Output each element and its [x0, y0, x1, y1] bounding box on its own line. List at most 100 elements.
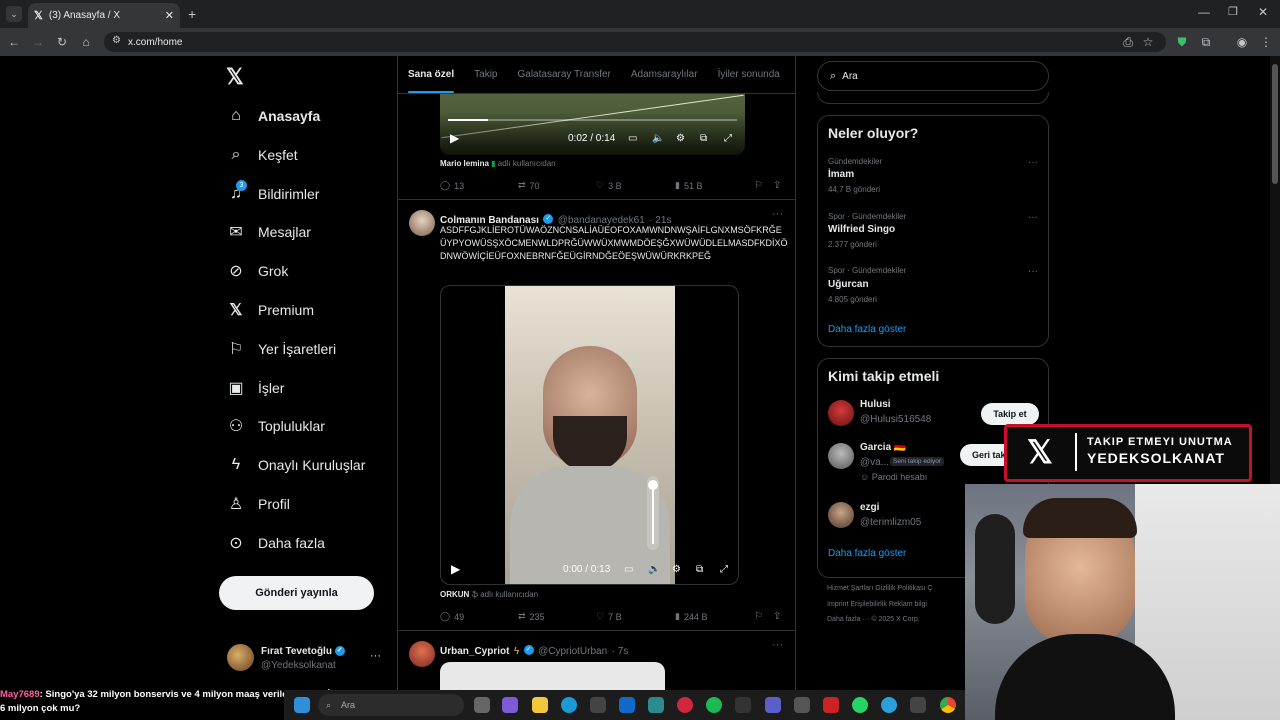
tab-for-you[interactable]: Sana özel	[398, 56, 464, 93]
trend-name[interactable]: Uğurcan	[828, 279, 869, 290]
post2-views-button[interactable]: ▮ 244 B	[675, 611, 707, 622]
extension-shield-icon[interactable]: ⛊	[1174, 34, 1190, 50]
play-icon[interactable]: ▶	[451, 562, 460, 576]
pip-icon[interactable]: ⧉	[696, 564, 703, 575]
suggestion-avatar[interactable]	[828, 443, 854, 469]
windows-start-icon[interactable]	[294, 697, 310, 713]
volume-slider-thumb[interactable]	[648, 480, 658, 490]
store-icon[interactable]	[590, 697, 606, 713]
nav-jobs[interactable]: ▣ İşler	[226, 374, 284, 402]
post1-reply-button[interactable]: ◯ 13	[440, 180, 464, 191]
outlook-icon[interactable]	[619, 697, 635, 713]
follow-button[interactable]: Takip et	[981, 403, 1039, 425]
forward-icon[interactable]: →	[30, 34, 46, 50]
x-logo-icon[interactable]: 𝕏	[226, 64, 244, 90]
spotify-icon[interactable]	[706, 697, 722, 713]
post3-time[interactable]: · 7s	[612, 646, 629, 657]
post1-share-icon[interactable]: ⇪	[773, 180, 781, 191]
minimize-button[interactable]: —	[1198, 5, 1210, 19]
trend-name[interactable]: Wilfried Singo	[828, 224, 895, 235]
reload-icon[interactable]: ↻	[54, 34, 70, 50]
post1-bookmark-icon[interactable]: ⚐	[754, 180, 763, 191]
post3-author-handle[interactable]: @CypriotUrban	[538, 646, 607, 657]
fullscreen-icon[interactable]: ⤢	[724, 133, 732, 144]
suggestion-avatar[interactable]	[828, 400, 854, 426]
post3-avatar[interactable]	[409, 641, 435, 667]
tab-galatasaray-transfer[interactable]: Galatasaray Transfer	[508, 56, 621, 93]
nav-home[interactable]: ⌂ Anasayfa	[226, 102, 320, 130]
install-app-icon[interactable]: ⎙	[1120, 34, 1136, 50]
back-icon[interactable]: ←	[6, 34, 22, 50]
trends-show-more-link[interactable]: Daha fazla göster	[828, 324, 906, 335]
nav-communities[interactable]: ⚇ Topluluklar	[226, 412, 325, 440]
scrollbar-thumb[interactable]	[1272, 64, 1278, 184]
window-close-button[interactable]: ✕	[1258, 5, 1268, 19]
browser-tab[interactable]: 𝕏 (3) Anasayfa / X ✕	[28, 3, 180, 28]
trend-more-icon[interactable]: ···	[1028, 266, 1038, 277]
who-show-more-link[interactable]: Daha fazla göster	[828, 548, 906, 559]
nav-verified-orgs[interactable]: ϟ Onaylı Kuruluşlar	[226, 451, 366, 479]
post1-video[interactable]: ▶ 0:02 / 0:14 ▭ 🔈 ⚙ ⧉ ⤢	[440, 94, 745, 155]
maximize-button[interactable]: ❐	[1228, 5, 1238, 18]
captions-icon[interactable]: ▭	[624, 564, 633, 575]
play-icon[interactable]: ▶	[450, 131, 459, 145]
tab-adamsaraylilar[interactable]: Adamsaraylılar	[621, 56, 708, 93]
video-progress-track[interactable]	[448, 119, 737, 121]
post2-share-icon[interactable]: ⇪	[773, 611, 781, 622]
settings-icon[interactable]: ⚙	[672, 564, 681, 575]
extensions-icon[interactable]: ⧉	[1198, 34, 1214, 50]
post1-views-button[interactable]: ▮ 51 B	[675, 180, 702, 191]
tab-list-button[interactable]: ⌄	[6, 6, 22, 22]
app-icon[interactable]	[823, 697, 839, 713]
footer-links-3[interactable]: Daha fazla ··· © 2025 X Corp.	[827, 616, 920, 623]
app-icon[interactable]	[735, 697, 751, 713]
site-info-icon[interactable]: ⚙	[112, 35, 121, 46]
search-input[interactable]: ⌕ Ara	[817, 61, 1049, 91]
volume-icon[interactable]: 🔈	[652, 133, 664, 144]
telegram-icon[interactable]	[881, 697, 897, 713]
settings-icon[interactable]: ⚙	[676, 133, 685, 144]
app-icon[interactable]	[648, 697, 664, 713]
footer-links-1[interactable]: Hizmet Şartları Gizlilik Politikası Ç	[827, 585, 932, 592]
post-button[interactable]: Gönderi yayınla	[219, 576, 374, 610]
tab-iyiler-sonunda[interactable]: İyiler sonunda	[708, 56, 790, 93]
fullscreen-icon[interactable]: ⤢	[720, 564, 728, 575]
suggestion-avatar[interactable]	[828, 502, 854, 528]
post2-more-icon[interactable]: ···	[772, 208, 783, 220]
post2-bookmark-icon[interactable]: ⚐	[754, 611, 763, 622]
suggestion-name[interactable]: ezgi	[860, 502, 879, 513]
profile-icon[interactable]: ◉	[1234, 34, 1250, 50]
footer-links-2[interactable]: Imprint Erişilebilirlik Reklam bilgi	[827, 601, 927, 608]
volume-icon[interactable]: 🔈	[648, 564, 660, 575]
edge-icon[interactable]	[561, 697, 577, 713]
home-icon[interactable]: ⌂	[78, 34, 94, 50]
post2-reply-button[interactable]: ◯ 49	[440, 611, 464, 622]
taskbar-search[interactable]: ⌕ Ara	[318, 694, 464, 716]
trend-name[interactable]: İmam	[828, 169, 854, 180]
post3-more-icon[interactable]: ···	[772, 639, 783, 651]
app-icon[interactable]	[910, 697, 926, 713]
nav-bookmarks[interactable]: ⚐ Yer İşaretleri	[226, 335, 336, 363]
post3-author-name[interactable]: Urban_Cypriot	[440, 646, 509, 657]
pip-icon[interactable]: ⧉	[700, 133, 707, 144]
nav-notifications[interactable]: ♫ 3 Bildirimler	[226, 180, 319, 208]
copilot-icon[interactable]	[502, 697, 518, 713]
nav-explore[interactable]: ⌕ Keşfet	[226, 141, 298, 169]
credit-name[interactable]: ORKUN	[440, 590, 469, 599]
account-switcher[interactable]: Fırat Tevetoğlu ✓	[261, 646, 345, 657]
nav-profile[interactable]: ♙ Profil	[226, 490, 290, 518]
teams-icon[interactable]	[765, 697, 781, 713]
tab-following[interactable]: Takip	[464, 56, 507, 93]
new-tab-button[interactable]: +	[188, 6, 196, 22]
browser-menu-icon[interactable]: ⋮	[1258, 34, 1274, 50]
suggestion-name[interactable]: Hulusi	[860, 399, 891, 410]
nav-messages[interactable]: ✉ Mesajlar	[226, 218, 311, 246]
trend-more-icon[interactable]: ···	[1028, 212, 1038, 223]
captions-icon[interactable]: ▭	[628, 133, 637, 144]
account-avatar[interactable]	[227, 644, 254, 671]
post2-avatar[interactable]	[409, 210, 435, 236]
file-explorer-icon[interactable]	[532, 697, 548, 713]
bookmark-star-icon[interactable]: ☆	[1140, 34, 1156, 50]
nav-grok[interactable]: ⊘ Grok	[226, 257, 288, 285]
whatsapp-icon[interactable]	[852, 697, 868, 713]
